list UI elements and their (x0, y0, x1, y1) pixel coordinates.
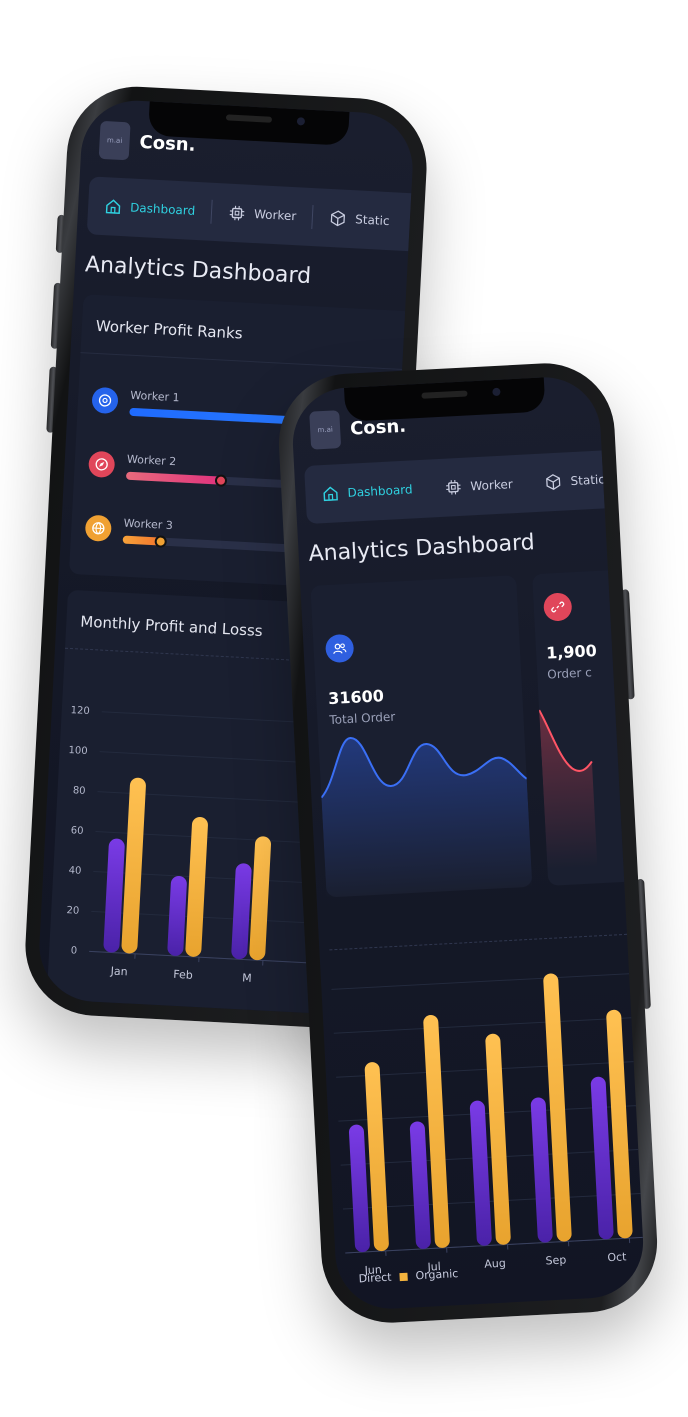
stat-value: 1,900 (545, 641, 598, 663)
y-tick-label: 0 (71, 945, 78, 956)
x-tick-label: Feb (173, 968, 193, 982)
x-tick-label: M (242, 971, 252, 984)
brand[interactable]: m.ai Cosn. (98, 120, 197, 164)
legend-label-direct: Direct (358, 1270, 392, 1286)
bar-direct-feb[interactable] (167, 875, 187, 957)
nav-item-dashboard[interactable]: Dashboard (87, 176, 213, 240)
users-icon (324, 633, 355, 664)
nav-item-worker[interactable]: Worker (211, 183, 314, 246)
bar-direct-sep[interactable] (530, 1097, 553, 1243)
box-icon (331, 210, 346, 227)
brand-name: Cosn. (139, 131, 197, 156)
bar-organic-m[interactable] (249, 836, 272, 961)
x-tick-label: Sep (545, 1253, 566, 1267)
stat-label: Order c (546, 665, 593, 682)
x-tick-label: Oct (607, 1250, 627, 1264)
brand[interactable]: m.ai Cosn. (309, 407, 407, 450)
monthly-bar-chart: Jun Jul Aug Sep Oct (331, 973, 643, 1277)
front-camera (296, 117, 306, 126)
x-tick-label: Aug (484, 1257, 506, 1271)
legend-label-organic: Organic (415, 1267, 459, 1283)
bar-organic-jan[interactable] (121, 777, 146, 954)
y-tick-label: 120 (70, 705, 90, 717)
brand-logo: m.ai (98, 120, 131, 161)
page-title: Analytics Dashboard (84, 252, 312, 290)
bar-direct-aug[interactable] (469, 1100, 493, 1246)
x-tick-label: Jan (109, 964, 128, 978)
grid-line (331, 973, 630, 990)
bar-direct-jul[interactable] (409, 1121, 432, 1249)
y-tick-label: 60 (70, 825, 83, 837)
y-tick-label: 100 (68, 745, 88, 757)
nav-label: Dashboard (129, 200, 196, 218)
stat-value: 31600 (327, 686, 385, 709)
home-icon (105, 199, 121, 214)
progress-handle (214, 474, 228, 487)
page-title: Analytics Dashboard (308, 530, 536, 567)
progress-handle (154, 535, 167, 548)
nav-label: Static (354, 212, 390, 229)
grid-line (333, 1017, 632, 1034)
y-tick-label: 80 (73, 785, 86, 797)
card-title: Worker Profit Ranks (95, 316, 244, 343)
nav-label: Worker (253, 207, 297, 224)
front-phone: m.ai Cosn. Dashboard Worker Static Analy… (275, 359, 661, 1327)
legend-swatch-organic (399, 1272, 408, 1281)
y-tick-label: 20 (66, 905, 79, 917)
home-icon (323, 486, 338, 502)
chrome-icon (91, 386, 119, 415)
brand-logo: m.ai (309, 410, 342, 450)
bar-direct-jun[interactable] (348, 1124, 371, 1253)
cpu-icon (229, 205, 245, 221)
monthly-chart-panel: Jun Jul Aug Sep Oct Direct Organic (318, 914, 646, 1312)
brand-name: Cosn. (349, 415, 407, 440)
worker-progress-fill (122, 535, 167, 548)
speaker-grille (225, 114, 273, 123)
front-camera (492, 387, 501, 397)
nav-item-worker[interactable]: Worker (427, 454, 530, 517)
nav-label: Dashboard (347, 482, 413, 500)
front-phone-screen: m.ai Cosn. Dashboard Worker Static Analy… (290, 374, 646, 1312)
grid-line (342, 1192, 641, 1210)
sparkline (320, 737, 533, 898)
total-order-card[interactable]: 31600 Total Order (310, 575, 533, 898)
bar-direct-oct[interactable] (590, 1076, 614, 1240)
compass-icon (88, 450, 116, 479)
cpu-icon (446, 479, 461, 495)
nav-label: Static (570, 472, 606, 489)
grid-line (336, 1061, 634, 1078)
bar-direct-m[interactable] (231, 863, 252, 960)
nav-item-static[interactable]: Static (312, 188, 407, 251)
chart-title: Monthly Profit and Losss (79, 612, 264, 641)
box-icon (546, 474, 561, 490)
bar-organic-feb[interactable] (185, 817, 208, 958)
top-nav: Dashboard Worker Static (86, 176, 412, 252)
card-divider (80, 352, 416, 371)
nav-item-dashboard[interactable]: Dashboard (304, 460, 430, 524)
globe-icon (84, 514, 112, 542)
top-nav: Dashboard Worker Static (304, 450, 605, 524)
link-icon (543, 592, 573, 622)
worker-progress-fill (125, 471, 228, 487)
grid-line (338, 1105, 636, 1122)
y-tick-label: 40 (68, 865, 81, 877)
speaker-grille (421, 390, 468, 399)
x-axis (345, 1236, 643, 1254)
grid-line (340, 1149, 639, 1166)
bar-direct-jan[interactable] (103, 838, 125, 953)
nav-label: Worker (470, 477, 514, 494)
